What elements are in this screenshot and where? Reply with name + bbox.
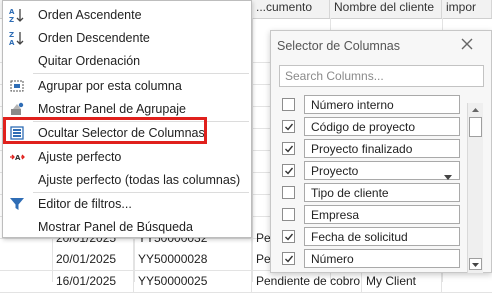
- table-cell-date: 16/01/2025: [52, 270, 134, 292]
- menu-item-label: Agrupar por esta columna: [38, 79, 182, 93]
- menu-item-sort-ascending[interactable]: A Z Orden Ascendente: [3, 4, 251, 27]
- column-chooser-item[interactable]: Número interno: [271, 94, 471, 116]
- table-cell-id: YY50000028: [134, 248, 252, 270]
- svg-text:A: A: [9, 39, 15, 46]
- column-chip-label: Proyecto: [311, 164, 359, 178]
- column-chip-label: Fecha de solicitud: [311, 230, 408, 244]
- column-chip[interactable]: Proyecto: [304, 161, 460, 180]
- best-fit-icon: A: [9, 149, 25, 165]
- checkbox-checked[interactable]: [282, 120, 295, 133]
- column-header-nombre-cliente[interactable]: Nombre del cliente: [330, 0, 442, 18]
- menu-item-sort-descending[interactable]: Z A Orden Descendente: [3, 27, 251, 50]
- chevron-down-icon[interactable]: [444, 169, 452, 183]
- sort-descending-icon: Z A: [9, 30, 25, 47]
- highlight-annotation-box: [3, 117, 207, 144]
- column-chip[interactable]: Empresa: [304, 205, 460, 224]
- column-chooser-panel: Selector de Columnas Número interno Códi…: [270, 30, 492, 273]
- menu-item-label: Ajuste perfecto (todas las columnas): [38, 173, 241, 187]
- sort-ascending-icon: A Z: [9, 7, 25, 24]
- column-chooser-item[interactable]: Fecha de solicitud: [271, 226, 471, 248]
- table-cell-id: YY50000025: [134, 270, 252, 292]
- group-panel-icon: [9, 101, 25, 117]
- column-chooser-item[interactable]: Código de proyecto: [271, 116, 471, 138]
- scroll-up-arrow-icon[interactable]: [469, 104, 482, 116]
- menu-item-label: Ajuste perfecto: [38, 150, 122, 164]
- menu-item-best-fit[interactable]: A Ajuste perfecto: [3, 146, 251, 169]
- svg-text:A: A: [15, 154, 21, 162]
- svg-text:Z: Z: [9, 16, 14, 23]
- checkbox[interactable]: [282, 208, 295, 221]
- menu-item-show-search-panel[interactable]: Mostrar Panel de Búsqueda: [3, 216, 251, 239]
- column-chip-label: Número: [311, 252, 354, 266]
- menu-item-label: Mostrar Panel de Búsqueda: [38, 220, 193, 234]
- svg-text:A: A: [9, 8, 15, 16]
- column-chooser-item[interactable]: Número: [271, 248, 471, 270]
- column-chip-label: Código de proyecto: [311, 120, 416, 134]
- table-cell-client: My Client: [362, 270, 442, 292]
- column-chip[interactable]: Fecha de solicitud: [304, 227, 460, 246]
- menu-separator: [33, 73, 249, 74]
- column-header-importe[interactable]: impor: [442, 0, 492, 18]
- column-chooser-item[interactable]: Tipo de cliente: [271, 182, 471, 204]
- table-cell-status: Pendiente de cobro: [252, 270, 362, 292]
- menu-item-group-by-column[interactable]: Agrupar por esta columna: [3, 75, 251, 98]
- menu-item-filter-editor[interactable]: Editor de filtros...: [3, 193, 251, 216]
- column-chip[interactable]: Número: [304, 249, 460, 268]
- column-chooser-title: Selector de Columnas: [277, 39, 400, 53]
- filter-icon: [9, 196, 25, 212]
- column-chip[interactable]: Tipo de cliente: [304, 183, 460, 202]
- column-chip-label: Empresa: [311, 208, 360, 222]
- checkbox[interactable]: [282, 186, 295, 199]
- menu-item-label: Orden Descendente: [38, 31, 150, 45]
- group-by-column-icon: [9, 78, 25, 94]
- close-icon[interactable]: [459, 36, 475, 52]
- menu-item-clear-sorting[interactable]: Quitar Ordenación: [3, 50, 251, 73]
- column-chip-label: Número interno: [311, 98, 394, 112]
- menu-item-label: Mostrar Panel de Agrupaje: [38, 102, 187, 116]
- column-chip[interactable]: Número interno: [304, 95, 460, 114]
- column-chooser-item[interactable]: Proyecto: [271, 160, 471, 182]
- column-chip-label: Proyecto finalizado: [311, 142, 413, 156]
- column-chip[interactable]: Código de proyecto: [304, 117, 460, 136]
- menu-item-label: Quitar Ordenación: [38, 54, 141, 68]
- column-header-documento[interactable]: ...cumento: [252, 0, 330, 18]
- vertical-scrollbar[interactable]: [467, 103, 483, 273]
- checkbox-checked[interactable]: [282, 142, 295, 155]
- column-chooser-item[interactable]: Proyecto finalizado: [271, 138, 471, 160]
- search-columns-input[interactable]: [279, 65, 484, 87]
- scroll-down-arrow-icon[interactable]: [469, 258, 482, 270]
- scrollbar-thumb[interactable]: [469, 117, 482, 137]
- column-chip-label: Tipo de cliente: [311, 186, 389, 200]
- column-chooser-item[interactable]: Empresa: [271, 204, 471, 226]
- svg-text:Z: Z: [9, 31, 14, 39]
- checkbox-checked[interactable]: [282, 230, 295, 243]
- menu-item-label: Orden Ascendente: [38, 8, 142, 22]
- table-cell-date: 20/01/2025: [52, 248, 134, 270]
- checkbox[interactable]: [282, 98, 295, 111]
- menu-item-best-fit-all-columns[interactable]: Ajuste perfecto (todas las columnas): [3, 169, 251, 192]
- checkbox-checked[interactable]: [282, 164, 295, 177]
- column-chip[interactable]: Proyecto finalizado: [304, 139, 460, 158]
- menu-item-label: Editor de filtros...: [38, 197, 132, 211]
- checkbox-checked[interactable]: [282, 252, 295, 265]
